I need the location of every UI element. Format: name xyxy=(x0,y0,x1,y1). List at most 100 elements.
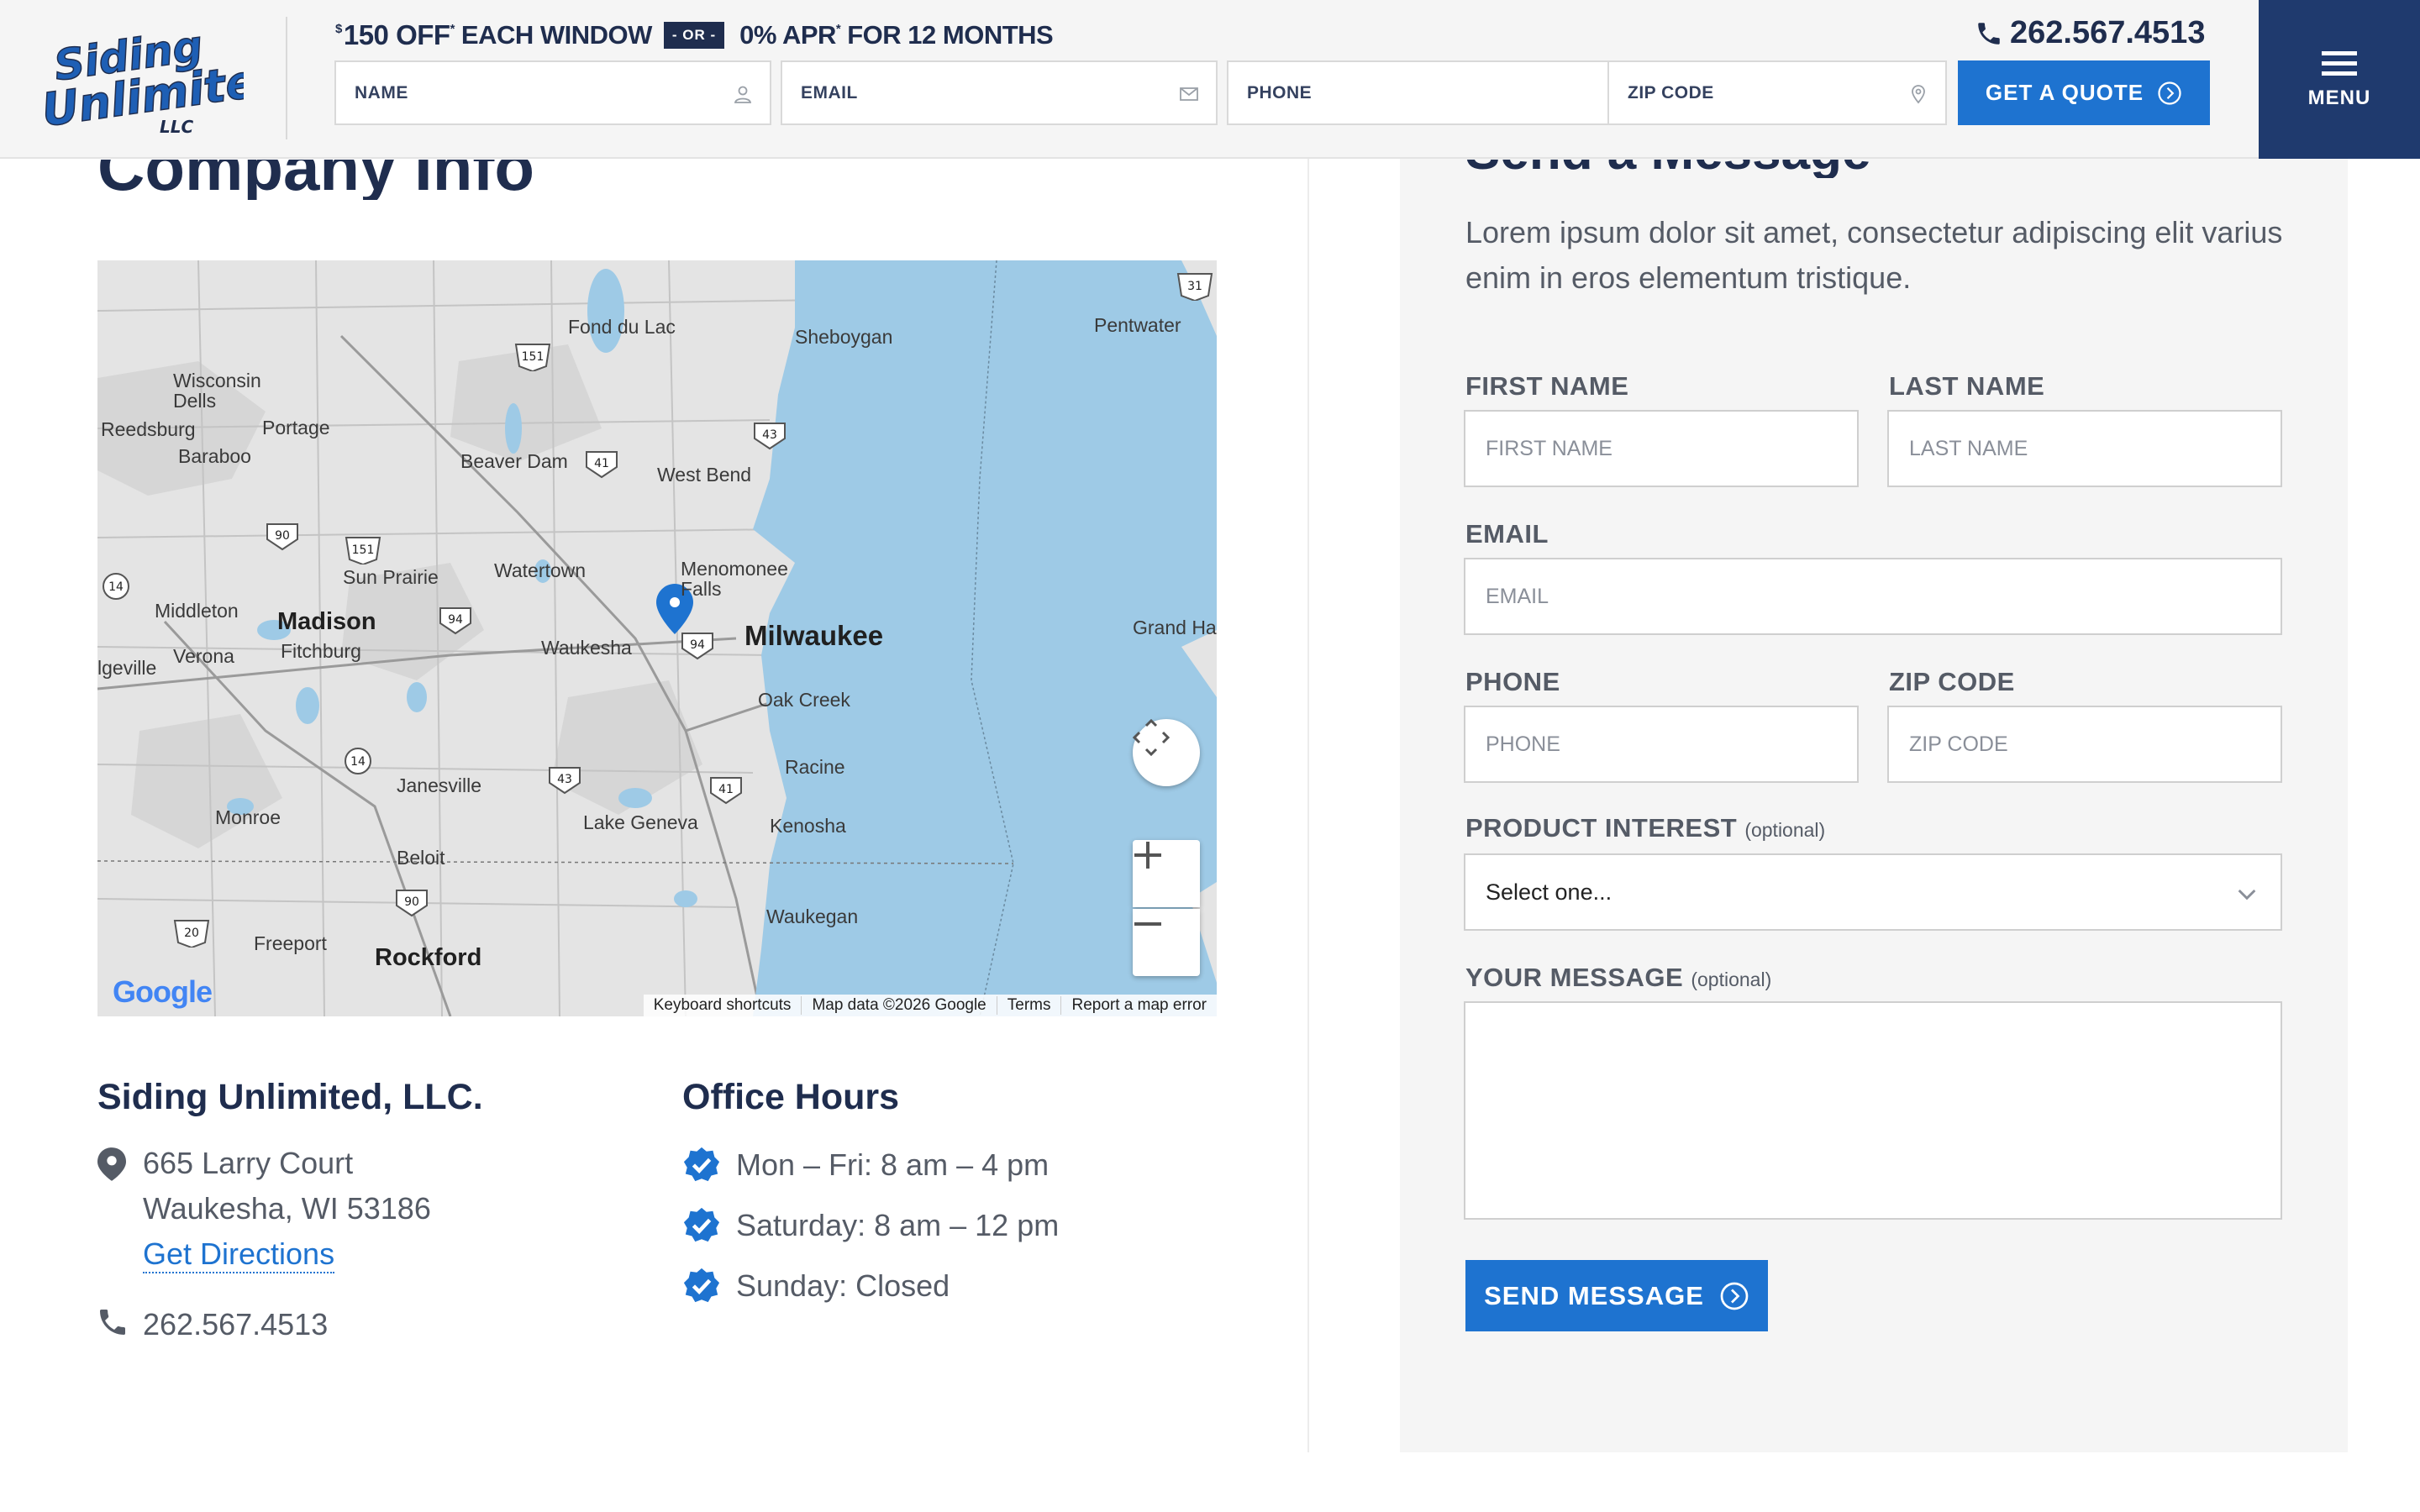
promo-currency: $ xyxy=(335,21,342,36)
svg-text:14: 14 xyxy=(350,755,366,769)
map-label: Oak Creek xyxy=(758,689,850,711)
header-phone-input[interactable] xyxy=(1228,62,1662,123)
terms-link[interactable]: Terms xyxy=(996,996,1061,1015)
promo-banner: $ 150 OFF * EACH WINDOW - OR - 0% APR * … xyxy=(335,17,1054,54)
map-label: Fitchburg xyxy=(281,640,361,662)
map-label: Waukesha xyxy=(541,637,632,659)
svg-text:94: 94 xyxy=(448,613,463,627)
email-input[interactable] xyxy=(1464,558,2282,635)
header-email-field xyxy=(781,60,1218,125)
chevron-circle-right-icon xyxy=(1720,1282,1749,1310)
svg-text:LLC: LLC xyxy=(160,117,193,137)
product-interest-label: PRODUCT INTEREST (optional) xyxy=(1465,813,1825,843)
map-label: Beaver Dam xyxy=(460,450,568,472)
header-zip-input[interactable] xyxy=(1609,62,1945,123)
message-textarea[interactable] xyxy=(1464,1001,2282,1220)
phone-icon xyxy=(100,1310,125,1335)
zoom-in-button[interactable] xyxy=(1133,840,1200,907)
zip-code-label: ZIP CODE xyxy=(1889,667,2015,696)
company-phone[interactable]: 262.567.4513 xyxy=(143,1307,328,1342)
map-label: Baraboo xyxy=(178,445,251,467)
user-icon xyxy=(734,86,752,103)
map-label: West Bend xyxy=(657,464,752,486)
promo-asterisk: * xyxy=(450,21,455,36)
header-name-input[interactable] xyxy=(336,62,770,123)
map-label: Grand Ha xyxy=(1133,617,1217,638)
hamburger-icon xyxy=(2322,50,2357,76)
product-interest-value: Select one... xyxy=(1486,879,1612,905)
map-label: Menomonee xyxy=(681,558,788,580)
map-label: Lake Geneva xyxy=(583,811,698,833)
envelope-icon xyxy=(1180,87,1198,101)
your-message-text: YOUR MESSAGE xyxy=(1465,963,1684,992)
product-interest-text: PRODUCT INTEREST xyxy=(1465,813,1738,843)
siding-unlimited-logo[interactable]: Siding Unlimited LLC xyxy=(34,18,244,139)
map-camera-control[interactable] xyxy=(1133,719,1200,786)
map-label: Reedsburg xyxy=(101,418,196,440)
phone-input[interactable] xyxy=(1464,706,1859,783)
svg-text:41: 41 xyxy=(594,457,609,470)
promo-apr-term: FOR 12 MONTHS xyxy=(847,20,1054,50)
google-logo[interactable]: Google xyxy=(113,974,213,1010)
menu-button[interactable]: MENU xyxy=(2259,0,2420,159)
get-a-quote-label: GET A QUOTE xyxy=(1985,80,2144,105)
company-name: Siding Unlimited, LLC. xyxy=(97,1077,483,1117)
map-label: Beloit xyxy=(397,847,445,869)
zip-code-input[interactable] xyxy=(1887,706,2282,783)
address-line-2: Waukesha, WI 53186 xyxy=(143,1191,431,1226)
header-zip-field xyxy=(1607,60,1947,125)
map-label: Middleton xyxy=(155,600,239,622)
header-email-input[interactable] xyxy=(782,62,1216,123)
form-description: Lorem ipsum dolor sit amet, consectetur … xyxy=(1465,215,2283,295)
svg-text:151: 151 xyxy=(522,350,544,364)
office-hours-heading: Office Hours xyxy=(682,1077,900,1117)
map-label: Sun Prairie xyxy=(343,566,439,588)
header-phone-number[interactable]: 262.567.4513 xyxy=(2010,15,2205,51)
minus-icon xyxy=(1134,922,1161,926)
your-message-label: YOUR MESSAGE (optional) xyxy=(1465,963,1771,993)
map-label: Kenosha xyxy=(770,815,846,837)
first-name-input[interactable] xyxy=(1464,410,1859,487)
get-directions-link[interactable]: Get Directions xyxy=(143,1236,335,1273)
svg-text:90: 90 xyxy=(404,895,419,909)
report-map-error-link[interactable]: Report a map error xyxy=(1060,996,1217,1015)
send-message-button[interactable]: SEND MESSAGE xyxy=(1465,1260,1768,1331)
hours-item: Saturday: 8 am – 12 pm xyxy=(736,1208,1060,1242)
site-header: Siding Unlimited LLC $ 150 OFF * EACH WI… xyxy=(0,0,2420,159)
header-name-field xyxy=(334,60,771,125)
map-footer: Keyboard shortcuts Map data ©2026 Google… xyxy=(643,995,1217,1016)
contact-form-panel xyxy=(1400,159,2348,1452)
chevron-circle-right-icon xyxy=(2158,81,2181,105)
product-interest-select[interactable]: Select one... xyxy=(1464,853,2282,931)
header-phone[interactable]: 262.567.4513 xyxy=(1975,15,2205,51)
keyboard-shortcuts-link[interactable]: Keyboard shortcuts xyxy=(644,996,802,1015)
map-label: Wisconsin xyxy=(173,370,261,391)
header-phone-field xyxy=(1227,60,1664,125)
optional-note: (optional) xyxy=(1691,969,1772,990)
map-label: Madison xyxy=(277,608,376,635)
map-label: Dells xyxy=(173,390,217,412)
location-map[interactable]: 151 41 43 90 151 14 94 94 14 43 41 90 20… xyxy=(97,260,1217,1016)
promo-each-window: EACH WINDOW xyxy=(460,20,652,50)
map-marker-icon xyxy=(97,1147,126,1181)
hours-item: Sunday: Closed xyxy=(736,1268,950,1303)
zoom-out-button[interactable] xyxy=(1133,909,1200,976)
svg-text:90: 90 xyxy=(275,529,290,543)
first-name-label: FIRST NAME xyxy=(1465,371,1629,401)
last-name-input[interactable] xyxy=(1887,410,2282,487)
plus-icon xyxy=(1134,842,1161,869)
pan-arrows-icon xyxy=(1133,719,1170,756)
logo-divider xyxy=(286,17,287,139)
optional-note: (optional) xyxy=(1744,819,1826,841)
promo-apr-asterisk: * xyxy=(835,21,841,36)
map-label: Rockford xyxy=(375,944,482,971)
map-label: Waukegan xyxy=(766,906,859,927)
map-label: Monroe xyxy=(215,806,281,828)
svg-text:31: 31 xyxy=(1187,280,1202,293)
svg-text:94: 94 xyxy=(690,638,705,652)
check-badge-icon xyxy=(683,1147,720,1182)
menu-label: MENU xyxy=(2307,86,2371,109)
map-label: Fond du Lac xyxy=(568,316,676,338)
map-label: Pentwater xyxy=(1094,314,1181,336)
get-a-quote-button[interactable]: GET A QUOTE xyxy=(1958,60,2210,125)
